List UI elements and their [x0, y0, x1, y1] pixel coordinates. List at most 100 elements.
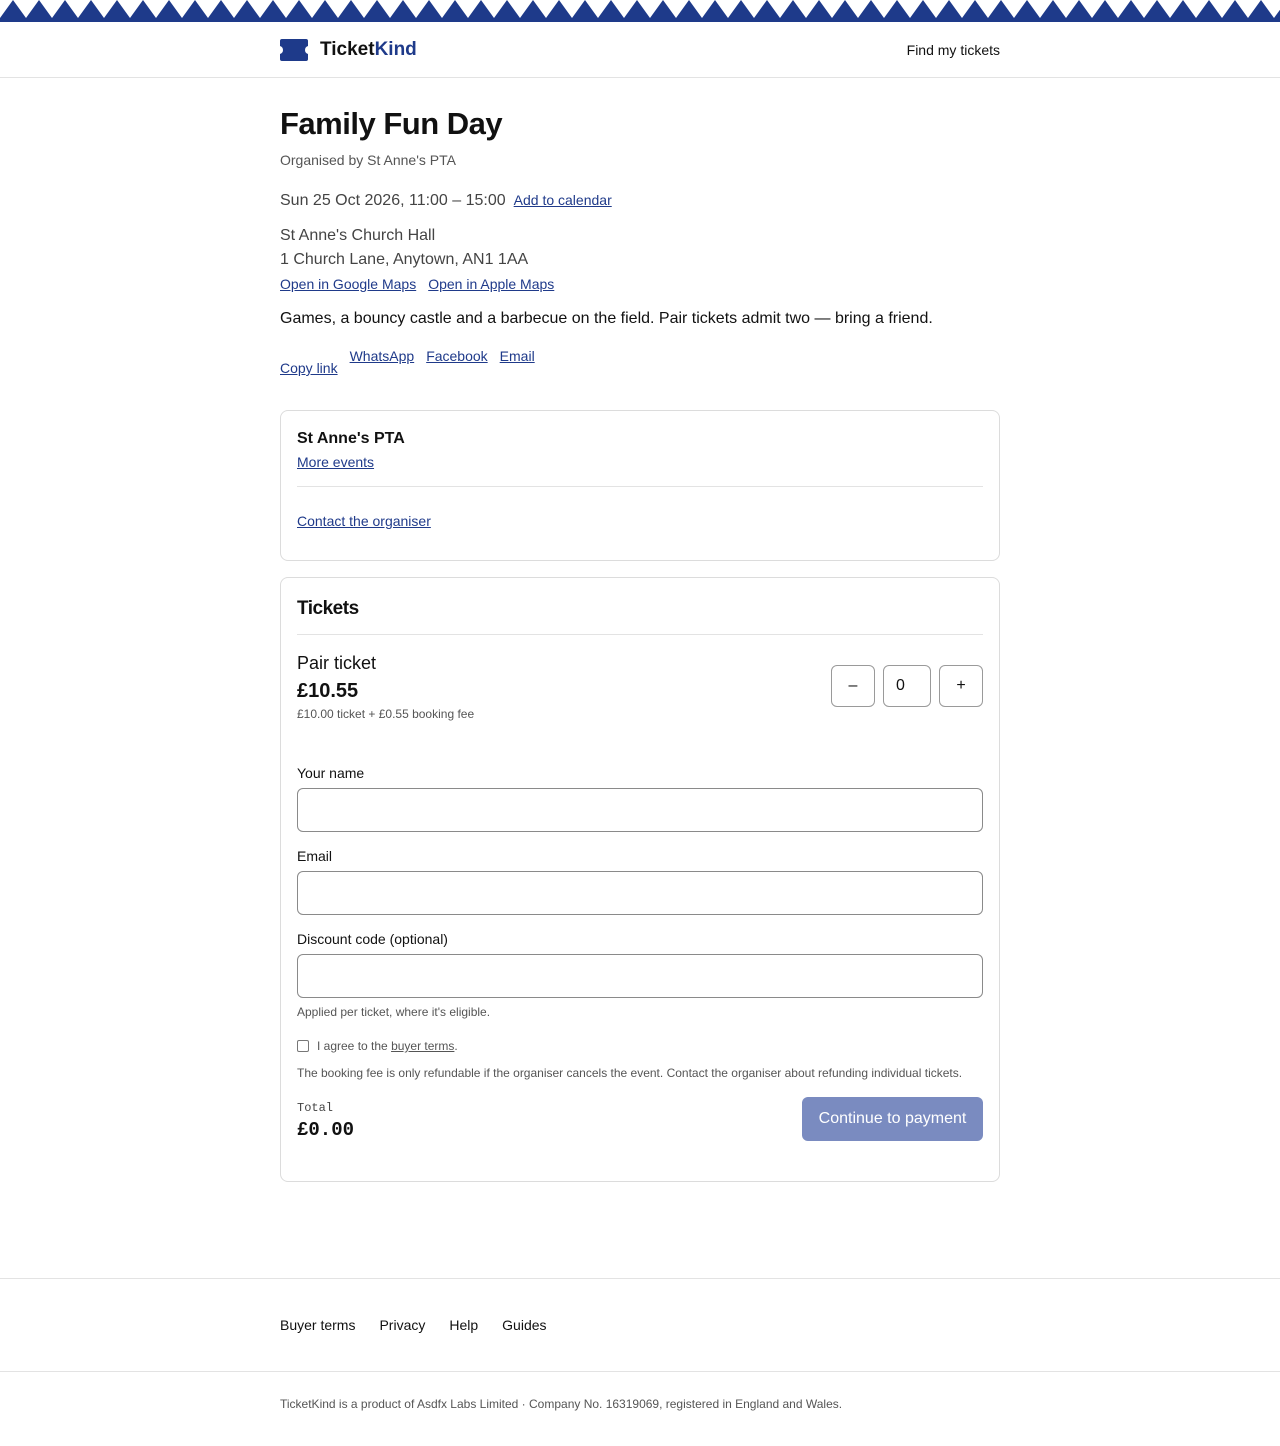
main-content: Family Fun Day Organised by St Anne's PT…: [280, 106, 1000, 1182]
map-links: Open in Google Maps Open in Apple Maps: [280, 276, 1000, 292]
google-maps-link[interactable]: Open in Google Maps: [280, 276, 416, 292]
zigzag-tooth: [273, 0, 299, 18]
ticket-type-row: Pair ticket £10.55 £10.00 ticket + £0.55…: [297, 653, 983, 721]
organiser-name: St Anne's PTA: [297, 430, 405, 447]
more-events-link[interactable]: More events: [297, 454, 374, 470]
zigzag-tooth: [1079, 0, 1105, 18]
add-to-calendar-link[interactable]: Add to calendar: [514, 192, 612, 208]
footer-buyer-terms-link[interactable]: Buyer terms: [280, 1317, 355, 1333]
logo-link[interactable]: TicketKind: [280, 38, 417, 61]
apple-maps-link[interactable]: Open in Apple Maps: [428, 276, 554, 292]
zigzag-tooth: [663, 0, 689, 18]
contact-organiser-link[interactable]: Contact the organiser: [297, 513, 431, 529]
zigzag-tooth: [611, 0, 637, 18]
discount-label: Discount code (optional): [297, 931, 448, 947]
zigzag-tooth: [949, 0, 975, 18]
zigzag-pattern: [0, 0, 1280, 18]
zigzag-tooth: [1183, 0, 1209, 18]
footer-legal: TicketKind is a product of Asdfx Labs Li…: [0, 1371, 1280, 1411]
venue: St Anne's Church Hall 1 Church Lane, Any…: [280, 224, 1000, 272]
tickets-heading: Tickets: [297, 598, 359, 619]
zigzag-tooth: [377, 0, 403, 18]
zigzag-tooth: [481, 0, 507, 18]
discount-help-text: Applied per ticket, where it's eligible.: [297, 1005, 491, 1019]
share-facebook-link[interactable]: Facebook: [426, 348, 487, 364]
continue-to-payment-button[interactable]: Continue to payment: [802, 1097, 983, 1141]
email-field[interactable]: [297, 871, 983, 915]
zigzag-tooth: [1209, 0, 1235, 18]
ticket-name: Pair ticket: [297, 653, 377, 673]
footer-guides-link[interactable]: Guides: [502, 1317, 546, 1333]
quantity-input[interactable]: 0: [883, 665, 931, 707]
zigzag-tooth: [351, 0, 377, 18]
zigzag-tooth: [169, 0, 195, 18]
email-label: Email: [297, 848, 333, 864]
zigzag-tooth: [1131, 0, 1157, 18]
zigzag-tooth: [429, 0, 455, 18]
venue-name: St Anne's Church Hall: [280, 227, 436, 244]
total-block: Total £0.00: [297, 1101, 354, 1141]
footer-privacy-link[interactable]: Privacy: [379, 1317, 425, 1333]
zigzag-tooth: [91, 0, 117, 18]
ticket-price-breakdown: £10.00 ticket + £0.55 booking fee: [297, 707, 475, 721]
zigzag-tooth: [0, 0, 13, 18]
zigzag-tooth: [819, 0, 845, 18]
tickets-card: Tickets Pair ticket £10.55 £10.00 ticket…: [280, 577, 1000, 1182]
zigzag-tooth: [897, 0, 923, 18]
zigzag-tooth: [1027, 0, 1053, 18]
zigzag-tooth: [195, 0, 221, 18]
event-date-row: Sun 25 Oct 2026, 11:00 – 15:00 Add to ca…: [280, 192, 1000, 210]
event-title: Family Fun Day: [280, 106, 503, 141]
zigzag-tooth: [741, 0, 767, 18]
zigzag-tooth: [39, 0, 65, 18]
name-field[interactable]: [297, 788, 983, 832]
quantity-stepper: – 0 +: [831, 665, 983, 721]
zigzag-tooth: [65, 0, 91, 18]
zigzag-tooth: [507, 0, 533, 18]
zigzag-tooth: [793, 0, 819, 18]
terms-text: I agree to the buyer terms.: [317, 1039, 458, 1053]
zigzag-tooth: [117, 0, 143, 18]
zigzag-tooth: [871, 0, 897, 18]
discount-code-field[interactable]: [297, 954, 983, 998]
zigzag-tooth: [403, 0, 429, 18]
zigzag-tooth: [247, 0, 273, 18]
site-footer: Buyer terms Privacy Help Guides TicketKi…: [0, 1278, 1280, 1411]
zigzag-tooth: [325, 0, 351, 18]
zigzag-tooth: [143, 0, 169, 18]
zigzag-tooth: [1157, 0, 1183, 18]
find-my-tickets-link[interactable]: Find my tickets: [907, 42, 1000, 58]
zigzag-tooth: [299, 0, 325, 18]
share-links: Copy link WhatsApp Facebook Email: [280, 348, 1000, 376]
total-label: Total: [297, 1101, 334, 1115]
zigzag-tooth: [975, 0, 1001, 18]
zigzag-tooth: [1105, 0, 1131, 18]
ticket-info: Pair ticket £10.55 £10.00 ticket + £0.55…: [297, 653, 474, 721]
organiser-line: Organised by St Anne's PTA: [280, 152, 456, 168]
total-value: £0.00: [297, 1119, 355, 1141]
footer-help-link[interactable]: Help: [449, 1317, 478, 1333]
zigzag-tooth: [533, 0, 559, 18]
divider: [297, 486, 983, 487]
zigzag-tooth: [221, 0, 247, 18]
increase-quantity-button[interactable]: +: [939, 665, 983, 707]
zigzag-tooth: [923, 0, 949, 18]
share-whatsapp-link[interactable]: WhatsApp: [350, 348, 415, 364]
zigzag-tooth: [689, 0, 715, 18]
zigzag-tooth: [715, 0, 741, 18]
zigzag-tooth: [1261, 0, 1280, 18]
ticket-icon: [280, 38, 308, 61]
name-label: Your name: [297, 765, 365, 781]
share-email-link[interactable]: Email: [500, 348, 535, 364]
decrease-quantity-button[interactable]: –: [831, 665, 875, 707]
zigzag-tooth: [1235, 0, 1261, 18]
buyer-terms-link[interactable]: buyer terms: [391, 1039, 454, 1053]
organiser-card: St Anne's PTA More events Contact the or…: [280, 410, 1000, 561]
copy-link-button[interactable]: Copy link: [280, 360, 338, 376]
terms-row: I agree to the buyer terms.: [297, 1039, 983, 1053]
zigzag-tooth: [585, 0, 611, 18]
logo-text: TicketKind: [320, 38, 417, 60]
terms-checkbox[interactable]: [297, 1040, 309, 1052]
zigzag-tooth: [1053, 0, 1079, 18]
site-header: TicketKind Find my tickets: [0, 22, 1280, 78]
